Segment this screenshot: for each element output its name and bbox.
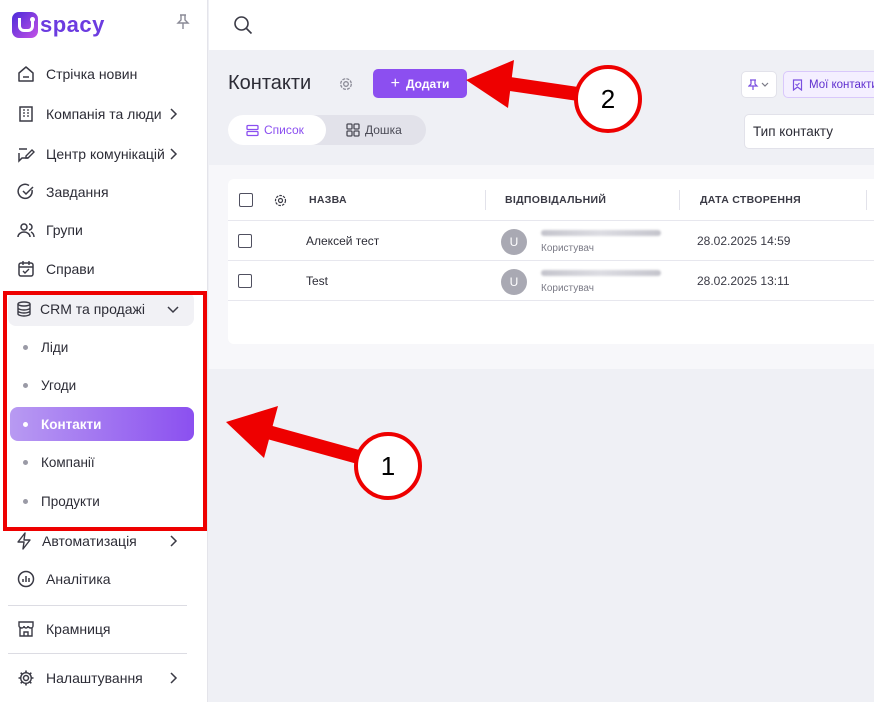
logo-mark-icon (12, 12, 38, 38)
column-divider (679, 190, 680, 210)
tab-board[interactable]: Дошка (332, 115, 424, 145)
view-toggle: Список Дошка (228, 115, 426, 145)
user-role: Користувач (541, 243, 594, 254)
table-row[interactable]: Test U Користувач 28.02.2025 13:11 (228, 261, 874, 301)
pinned-filter-dropdown[interactable] (741, 71, 777, 98)
avatar: U (501, 269, 527, 295)
column-header-name[interactable]: НАЗВА (309, 194, 347, 206)
tab-label: Список (264, 123, 304, 137)
add-contact-button[interactable]: + Додати (373, 69, 467, 98)
select-all-checkbox[interactable] (239, 193, 253, 207)
sidebar-item-store[interactable]: Крамниця (8, 612, 194, 646)
gear-icon[interactable] (337, 75, 355, 93)
analytics-icon (16, 569, 36, 589)
sidebar-item-tasks[interactable]: Завдання (8, 175, 194, 209)
bookmark-icon (792, 78, 803, 91)
sidebar-item-company-people[interactable]: Компанія та люди (8, 97, 194, 131)
row-checkbox[interactable] (238, 234, 252, 248)
pin-icon[interactable] (176, 14, 190, 30)
tab-list[interactable]: Список (228, 115, 326, 145)
grid-icon (346, 123, 360, 137)
sidebar-item-label: Автоматизація (42, 533, 137, 549)
app-logo[interactable]: spacy (12, 10, 105, 40)
store-icon (16, 619, 36, 639)
pin-icon (748, 78, 769, 90)
sidebar-item-settings[interactable]: Налаштування (8, 661, 194, 695)
arrow-1 (226, 406, 369, 465)
chevron-right-icon (170, 148, 178, 160)
page-title: Контакти (228, 72, 312, 94)
sidebar-item-label: Компанія та люди (46, 106, 162, 122)
annotation-badge-1: 1 (354, 432, 422, 500)
sidebar-item-label: Завдання (46, 184, 109, 200)
sidebar-item-communications[interactable]: Центр комунікацій (8, 137, 194, 171)
add-button-label: Додати (405, 76, 450, 91)
check-circle-icon (16, 182, 36, 202)
contacts-table: НАЗВА ВІДПОВІДАЛЬНИЙ ДАТА СТВОРЕННЯ Алек… (228, 179, 874, 344)
column-divider (485, 190, 486, 210)
top-bar (209, 0, 874, 50)
my-contacts-filter[interactable]: Мої контакти (783, 71, 874, 98)
gear-icon[interactable] (273, 193, 288, 208)
sidebar-divider (8, 653, 187, 654)
contact-name-link[interactable]: Test (306, 274, 328, 288)
contact-type-label: Тип контакту (753, 124, 833, 139)
redacted-user-name (541, 230, 661, 236)
annotation-badge-2: 2 (574, 65, 642, 133)
chevron-right-icon (170, 535, 178, 547)
user-role: Користувач (541, 283, 594, 294)
sidebar-item-label: Налаштування (46, 670, 143, 686)
sidebar-item-label: Справи (46, 261, 95, 277)
logo-text: spacy (40, 12, 105, 37)
sidebar-item-label: Аналітика (46, 571, 111, 587)
sidebar-item-label: Групи (46, 222, 83, 238)
column-divider (866, 190, 867, 210)
redacted-user-name (541, 270, 661, 276)
calendar-check-icon (16, 259, 36, 279)
home-icon (16, 64, 36, 84)
table-row[interactable]: Алексей тест U Користувач 28.02.2025 14:… (228, 221, 874, 261)
contact-name-link[interactable]: Алексей тест (306, 234, 379, 248)
settings-icon (16, 668, 36, 688)
building-icon (16, 104, 36, 124)
row-checkbox[interactable] (238, 274, 252, 288)
chat-edit-icon (16, 144, 36, 164)
users-icon (16, 220, 36, 240)
table-header: НАЗВА ВІДПОВІДАЛЬНИЙ ДАТА СТВОРЕННЯ (228, 179, 874, 221)
sidebar-item-affairs[interactable]: Справи (8, 252, 194, 286)
tab-label: Дошка (365, 123, 402, 137)
column-header-created[interactable]: ДАТА СТВОРЕННЯ (700, 194, 801, 206)
sidebar-divider (8, 605, 187, 606)
chevron-right-icon (170, 108, 178, 120)
list-icon (246, 124, 259, 136)
my-contacts-label: Мої контакти (809, 78, 874, 91)
contact-type-select[interactable]: Тип контакту (744, 114, 874, 149)
created-date: 28.02.2025 13:11 (697, 274, 790, 288)
plus-icon: + (390, 74, 400, 92)
chevron-right-icon (170, 672, 178, 684)
sidebar-item-label: Стрічка новин (46, 66, 138, 82)
highlight-box (3, 291, 207, 531)
sidebar-item-label: Крамниця (46, 621, 111, 637)
sidebar-item-news[interactable]: Стрічка новин (8, 57, 194, 91)
created-date: 28.02.2025 14:59 (697, 234, 791, 248)
search-icon[interactable] (233, 15, 253, 35)
sidebar-item-analytics[interactable]: Аналітика (8, 562, 194, 596)
sidebar-item-groups[interactable]: Групи (8, 213, 194, 247)
arrow-2 (466, 60, 585, 108)
avatar: U (501, 229, 527, 255)
lightning-icon (14, 531, 34, 551)
column-header-responsible[interactable]: ВІДПОВІДАЛЬНИЙ (505, 194, 606, 206)
sidebar-item-label: Центр комунікацій (46, 146, 165, 162)
